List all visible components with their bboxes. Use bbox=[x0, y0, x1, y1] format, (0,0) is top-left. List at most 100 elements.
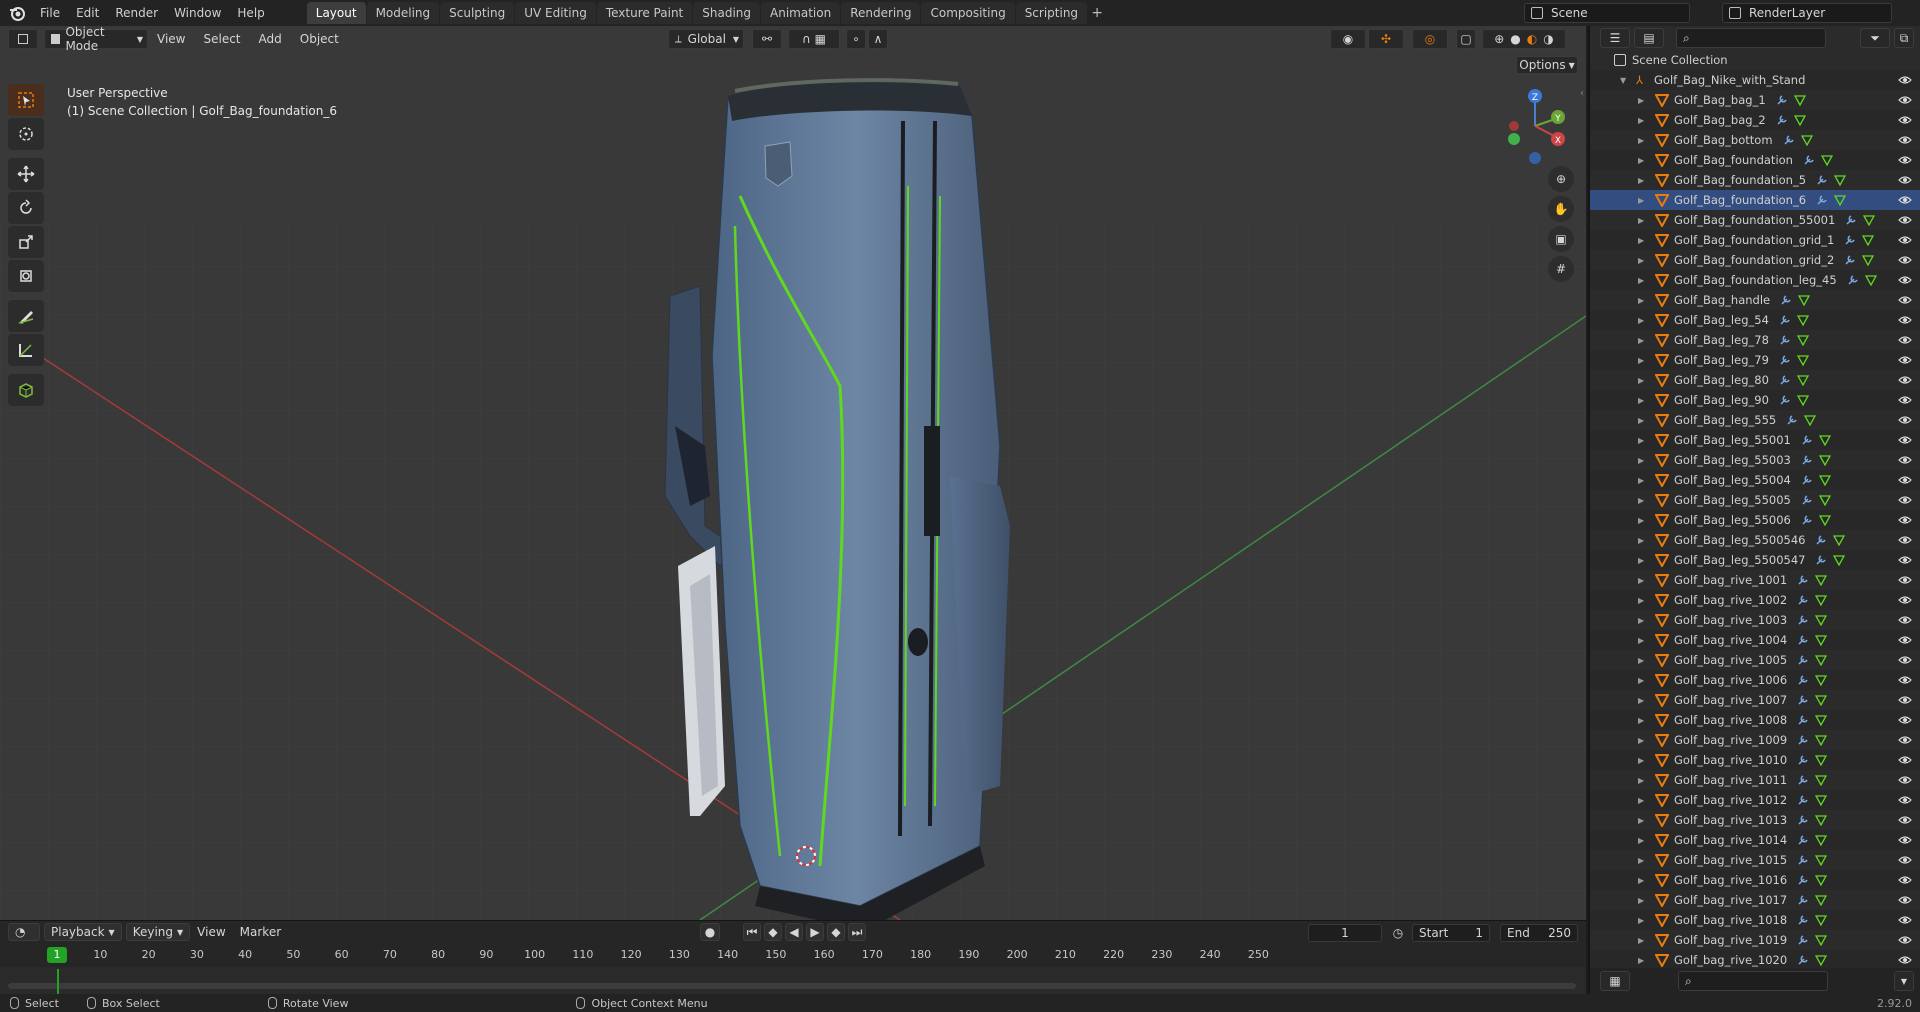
outliner-item[interactable]: ▶ Golf_bag_rive_1003 bbox=[1590, 610, 1920, 630]
expand-arrow-icon[interactable]: ▶ bbox=[1638, 236, 1644, 245]
wrench-modifier-icon[interactable] bbox=[1797, 854, 1809, 866]
end-frame-field[interactable]: End 250 bbox=[1500, 924, 1578, 942]
current-frame-field[interactable]: 1 bbox=[1308, 924, 1382, 942]
mesh-data-icon[interactable] bbox=[1797, 354, 1809, 366]
expand-arrow-icon[interactable]: ▶ bbox=[1638, 516, 1644, 525]
wrench-modifier-icon[interactable] bbox=[1797, 814, 1809, 826]
expand-arrow-icon[interactable]: ▶ bbox=[1638, 276, 1644, 285]
expand-arrow-icon[interactable]: ▶ bbox=[1638, 896, 1644, 905]
mesh-data-icon[interactable] bbox=[1794, 114, 1806, 126]
mesh-data-icon[interactable] bbox=[1804, 414, 1816, 426]
visibility-eye-icon[interactable] bbox=[1898, 955, 1912, 965]
expand-arrow-icon[interactable]: ▶ bbox=[1638, 376, 1644, 385]
tab-texture-paint[interactable]: Texture Paint bbox=[596, 2, 693, 24]
outliner-item[interactable]: ▶ Golf_Bag_leg_79 bbox=[1590, 350, 1920, 370]
start-frame-field[interactable]: Start 1 bbox=[1412, 924, 1490, 942]
mesh-data-icon[interactable] bbox=[1815, 654, 1827, 666]
properties-options-button[interactable]: ▼ bbox=[1894, 971, 1914, 991]
menu-select[interactable]: Select bbox=[194, 32, 249, 46]
expand-arrow-icon[interactable]: ▶ bbox=[1638, 576, 1644, 585]
wrench-modifier-icon[interactable] bbox=[1844, 254, 1856, 266]
mesh-data-icon[interactable] bbox=[1815, 614, 1827, 626]
visibility-eye-icon[interactable] bbox=[1898, 115, 1912, 125]
visibility-eye-icon[interactable] bbox=[1898, 335, 1912, 345]
expand-arrow-icon[interactable]: ▶ bbox=[1638, 256, 1644, 265]
xray-toggle[interactable]: ▢ bbox=[1456, 29, 1476, 49]
outliner-item[interactable]: ▶ Golf_Bag_leg_54 bbox=[1590, 310, 1920, 330]
blender-logo-icon[interactable] bbox=[8, 4, 26, 22]
wrench-modifier-icon[interactable] bbox=[1847, 274, 1859, 286]
outliner-item[interactable]: ▶ Golf_Bag_leg_5500547 bbox=[1590, 550, 1920, 570]
visibility-eye-icon[interactable] bbox=[1898, 395, 1912, 405]
wrench-modifier-icon[interactable] bbox=[1844, 234, 1856, 246]
mesh-data-icon[interactable] bbox=[1819, 494, 1831, 506]
visibility-eye-icon[interactable] bbox=[1898, 235, 1912, 245]
tab-shading[interactable]: Shading bbox=[693, 2, 760, 24]
visibility-eye-icon[interactable] bbox=[1898, 275, 1912, 285]
visibility-eye-icon[interactable] bbox=[1898, 135, 1912, 145]
wrench-modifier-icon[interactable] bbox=[1783, 134, 1795, 146]
properties-search-input[interactable]: ⌕ bbox=[1678, 971, 1828, 991]
mesh-data-icon[interactable] bbox=[1815, 754, 1827, 766]
visibility-eye-icon[interactable] bbox=[1898, 735, 1912, 745]
mesh-data-icon[interactable] bbox=[1815, 894, 1827, 906]
expand-arrow-icon[interactable]: ▶ bbox=[1638, 436, 1644, 445]
timeline-view-menu[interactable]: View bbox=[190, 925, 232, 939]
wrench-modifier-icon[interactable] bbox=[1797, 954, 1809, 966]
visibility-eye-icon[interactable] bbox=[1898, 935, 1912, 945]
menu-render[interactable]: Render bbox=[107, 0, 166, 26]
mesh-data-icon[interactable] bbox=[1797, 314, 1809, 326]
outliner-item[interactable]: ▶ Golf_Bag_leg_55005 bbox=[1590, 490, 1920, 510]
visibility-eye-icon[interactable] bbox=[1898, 815, 1912, 825]
outliner-search-input[interactable]: ⌕ bbox=[1676, 28, 1826, 48]
mesh-data-icon[interactable] bbox=[1819, 514, 1831, 526]
visibility-eye-icon[interactable] bbox=[1898, 675, 1912, 685]
outliner-item[interactable]: ▶ Golf_Bag_foundation_5 bbox=[1590, 170, 1920, 190]
visibility-eye-icon[interactable] bbox=[1898, 575, 1912, 585]
wrench-modifier-icon[interactable] bbox=[1797, 934, 1809, 946]
mesh-data-icon[interactable] bbox=[1797, 334, 1809, 346]
wrench-modifier-icon[interactable] bbox=[1779, 394, 1791, 406]
outliner-item[interactable]: ▶ Golf_Bag_leg_80 bbox=[1590, 370, 1920, 390]
parent-object-row[interactable]: ▼ ⅄ Golf_Bag_Nike_with_Stand bbox=[1590, 70, 1920, 90]
expand-arrow-icon[interactable]: ▶ bbox=[1638, 736, 1644, 745]
visibility-eye-icon[interactable] bbox=[1898, 355, 1912, 365]
mesh-data-icon[interactable] bbox=[1815, 934, 1827, 946]
visibility-dropdown[interactable]: ◉ bbox=[1330, 29, 1366, 49]
expand-arrow-icon[interactable]: ▶ bbox=[1638, 396, 1644, 405]
outliner-item[interactable]: ▶ Golf_bag_rive_1019 bbox=[1590, 930, 1920, 950]
wrench-modifier-icon[interactable] bbox=[1815, 554, 1827, 566]
wrench-modifier-icon[interactable] bbox=[1776, 114, 1788, 126]
view-layer-selector[interactable]: RenderLayer bbox=[1722, 3, 1892, 23]
outliner-item[interactable]: ▶ Golf_Bag_leg_55006 bbox=[1590, 510, 1920, 530]
annotate-tool[interactable] bbox=[8, 300, 44, 332]
outliner-item[interactable]: ▶ Golf_bag_rive_1006 bbox=[1590, 670, 1920, 690]
outliner-item[interactable]: ▶ Golf_bag_rive_1007 bbox=[1590, 690, 1920, 710]
expand-arrow-icon[interactable]: ▶ bbox=[1638, 136, 1644, 145]
mesh-data-icon[interactable] bbox=[1819, 474, 1831, 486]
expand-arrow-icon[interactable]: ▶ bbox=[1638, 816, 1644, 825]
expand-arrow-icon[interactable]: ▶ bbox=[1638, 116, 1644, 125]
mesh-data-icon[interactable] bbox=[1815, 874, 1827, 886]
menu-help[interactable]: Help bbox=[229, 0, 272, 26]
wrench-modifier-icon[interactable] bbox=[1797, 654, 1809, 666]
mesh-data-icon[interactable] bbox=[1815, 914, 1827, 926]
stopwatch-icon[interactable]: ◷ bbox=[1388, 924, 1408, 942]
cursor-tool[interactable] bbox=[8, 118, 44, 150]
visibility-eye-icon[interactable] bbox=[1898, 715, 1912, 725]
expand-arrow-icon[interactable]: ▶ bbox=[1638, 476, 1644, 485]
tab-compositing[interactable]: Compositing bbox=[921, 2, 1015, 24]
outliner-item[interactable]: ▶ Golf_Bag_leg_55001 bbox=[1590, 430, 1920, 450]
outliner-item[interactable]: ▶ Golf_Bag_foundation_6 bbox=[1590, 190, 1920, 210]
visibility-eye-icon[interactable] bbox=[1898, 475, 1912, 485]
mesh-data-icon[interactable] bbox=[1833, 554, 1845, 566]
expand-arrow-icon[interactable]: ▶ bbox=[1638, 876, 1644, 885]
editor-type-button[interactable] bbox=[8, 29, 38, 49]
tab-uv-editing[interactable]: UV Editing bbox=[515, 2, 596, 24]
outliner-item[interactable]: ▶ Golf_bag_rive_1012 bbox=[1590, 790, 1920, 810]
proportional-edit-button[interactable]: ∘ bbox=[846, 29, 866, 49]
mesh-data-icon[interactable] bbox=[1862, 234, 1874, 246]
rotate-tool[interactable] bbox=[8, 192, 44, 224]
outliner-item[interactable]: ▶ Golf_bag_rive_1015 bbox=[1590, 850, 1920, 870]
wrench-modifier-icon[interactable] bbox=[1797, 694, 1809, 706]
